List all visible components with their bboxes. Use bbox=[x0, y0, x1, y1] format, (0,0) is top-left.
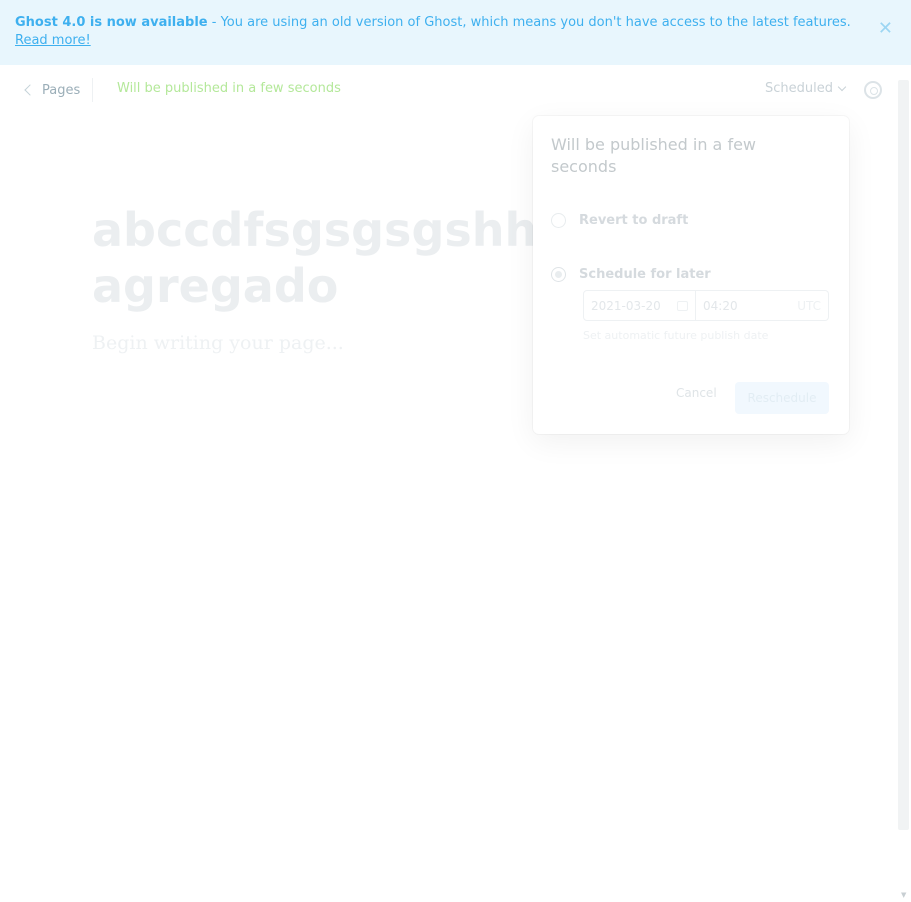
calendar-icon[interactable] bbox=[677, 300, 688, 311]
popover-title: Will be published in a few seconds bbox=[551, 135, 757, 176]
schedule-for-later-option[interactable]: Schedule for later bbox=[551, 267, 711, 282]
update-banner: Ghost 4.0 is now available - You are usi… bbox=[0, 0, 911, 65]
scrollbar-thumb[interactable] bbox=[898, 80, 909, 830]
banner-title: Ghost 4.0 is now available bbox=[15, 15, 208, 30]
banner-read-more-link[interactable]: Read more! bbox=[15, 33, 91, 48]
timezone-label: UTC bbox=[797, 298, 821, 313]
date-input[interactable]: 2021-03-20 bbox=[583, 290, 696, 321]
cancel-button[interactable]: Cancel bbox=[676, 386, 717, 400]
back-to-pages-link[interactable]: Pages bbox=[20, 78, 94, 102]
schedule-for-later-label: Schedule for later bbox=[579, 267, 711, 282]
scroll-down-arrow-icon[interactable]: ▼ bbox=[901, 891, 906, 899]
banner-message: - You are using an old version of Ghost,… bbox=[207, 15, 851, 30]
revert-to-draft-option[interactable]: Revert to draft bbox=[551, 213, 688, 228]
date-value: 2021-03-20 bbox=[591, 298, 661, 313]
publish-popover: Will be published in a few seconds Rever… bbox=[533, 116, 849, 434]
reschedule-button[interactable]: Reschedule bbox=[735, 382, 829, 414]
publish-status-text: Will be published in a few seconds bbox=[117, 81, 341, 96]
editor-topbar: Pages Will be published in a few seconds… bbox=[0, 65, 911, 115]
back-label: Pages bbox=[42, 82, 81, 98]
scrollbar[interactable]: ▼ bbox=[898, 80, 911, 902]
radio-schedule-for-later[interactable] bbox=[551, 267, 566, 282]
chevron-down-icon bbox=[837, 82, 847, 92]
close-icon[interactable]: ✕ bbox=[878, 20, 893, 38]
time-input[interactable]: 04:20 UTC bbox=[696, 290, 829, 321]
gear-icon[interactable] bbox=[864, 81, 882, 99]
publish-menu-trigger[interactable]: Scheduled bbox=[765, 81, 847, 96]
schedule-fields: 2021-03-20 04:20 UTC bbox=[583, 290, 829, 321]
publish-menu-label: Scheduled bbox=[765, 81, 833, 96]
schedule-hint: Set automatic future publish date bbox=[583, 329, 769, 342]
radio-revert-to-draft[interactable] bbox=[551, 213, 566, 228]
time-value: 04:20 bbox=[703, 298, 738, 313]
body-placeholder[interactable]: Begin writing your page... bbox=[92, 332, 344, 354]
revert-to-draft-label: Revert to draft bbox=[579, 213, 689, 228]
chevron-left-icon bbox=[24, 84, 36, 96]
